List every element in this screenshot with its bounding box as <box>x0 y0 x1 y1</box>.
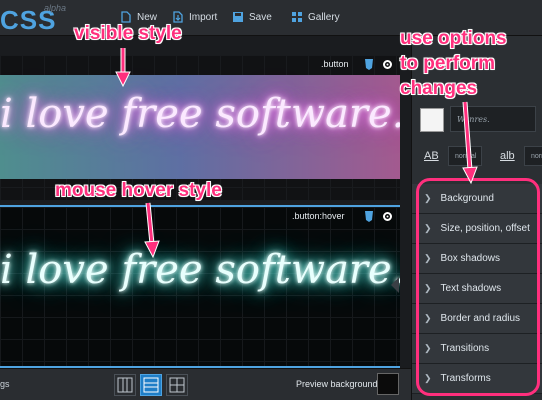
new-button-label: New <box>137 11 158 23</box>
import-icon <box>173 11 183 23</box>
layout-grid-button[interactable] <box>166 374 188 396</box>
new-file-icon <box>121 11 131 23</box>
annotation-mouse-hover-style: mouse hover style <box>55 180 222 201</box>
normal-pane-icons <box>364 59 393 70</box>
annotation-use-options-1: use options <box>400 28 507 49</box>
css-editor-window: CSS alpha New Import Save Gallery .butto… <box>0 0 542 400</box>
collapse-arrow-icon[interactable] <box>389 277 399 293</box>
font-weight-value-1: normal <box>455 153 477 160</box>
annotation-use-options-3: changes <box>400 78 478 99</box>
preview-text-hover: i love free software.. <box>0 247 400 293</box>
columns-icon <box>117 377 133 393</box>
bottom-left-label: gs <box>0 379 10 389</box>
hover-pane-icons <box>364 211 393 222</box>
import-button[interactable]: Import <box>172 11 217 23</box>
preview-background-label: Preview background <box>296 379 378 389</box>
font-weight-select-1[interactable]: normal <box>448 146 482 166</box>
normal-selector-label: .button <box>321 59 349 69</box>
preview-background-swatch[interactable] <box>377 373 399 395</box>
bottom-bar: gs Preview background <box>0 368 411 400</box>
preview-normal-pane[interactable]: .button i love free software... <box>0 55 400 200</box>
preview-text-normal: i love free software... <box>0 91 400 137</box>
font-family-value: Wanres. <box>457 115 490 124</box>
gallery-icon <box>292 12 302 22</box>
font-weight-value-2: normal <box>531 153 542 160</box>
gear-icon[interactable] <box>382 211 393 222</box>
css3-icon[interactable] <box>364 211 374 222</box>
new-button[interactable]: New <box>120 11 157 23</box>
gallery-button-label: Gallery <box>308 11 340 23</box>
font-family-select[interactable]: Wanres. <box>450 106 536 132</box>
css3-icon[interactable] <box>364 59 374 70</box>
save-button-label: Save <box>249 11 272 23</box>
save-button[interactable]: Save <box>232 11 272 23</box>
layout-columns-button[interactable] <box>114 374 136 396</box>
grid-icon <box>169 377 185 393</box>
gallery-button[interactable]: Gallery <box>291 11 340 23</box>
text-transform-icon-2[interactable]: alb <box>500 150 515 162</box>
preview-hover-pane[interactable]: .button:hover i love free software.. <box>0 205 400 368</box>
annotation-visible-style: visible style <box>74 23 182 44</box>
text-transform-icon-1[interactable]: AB <box>424 150 439 162</box>
layout-rows-button[interactable] <box>140 374 162 396</box>
save-icon <box>233 12 243 22</box>
app-logo-subtitle: alpha <box>44 3 67 13</box>
gear-icon[interactable] <box>382 59 393 70</box>
annotation-options-outline <box>416 178 540 396</box>
text-color-swatch[interactable] <box>420 108 444 132</box>
import-button-label: Import <box>189 11 218 23</box>
hover-selector-label: .button:hover <box>292 211 345 221</box>
rows-icon <box>143 377 159 393</box>
annotation-use-options-2: to perform <box>400 53 495 74</box>
font-weight-select-2[interactable]: normal <box>524 146 542 166</box>
